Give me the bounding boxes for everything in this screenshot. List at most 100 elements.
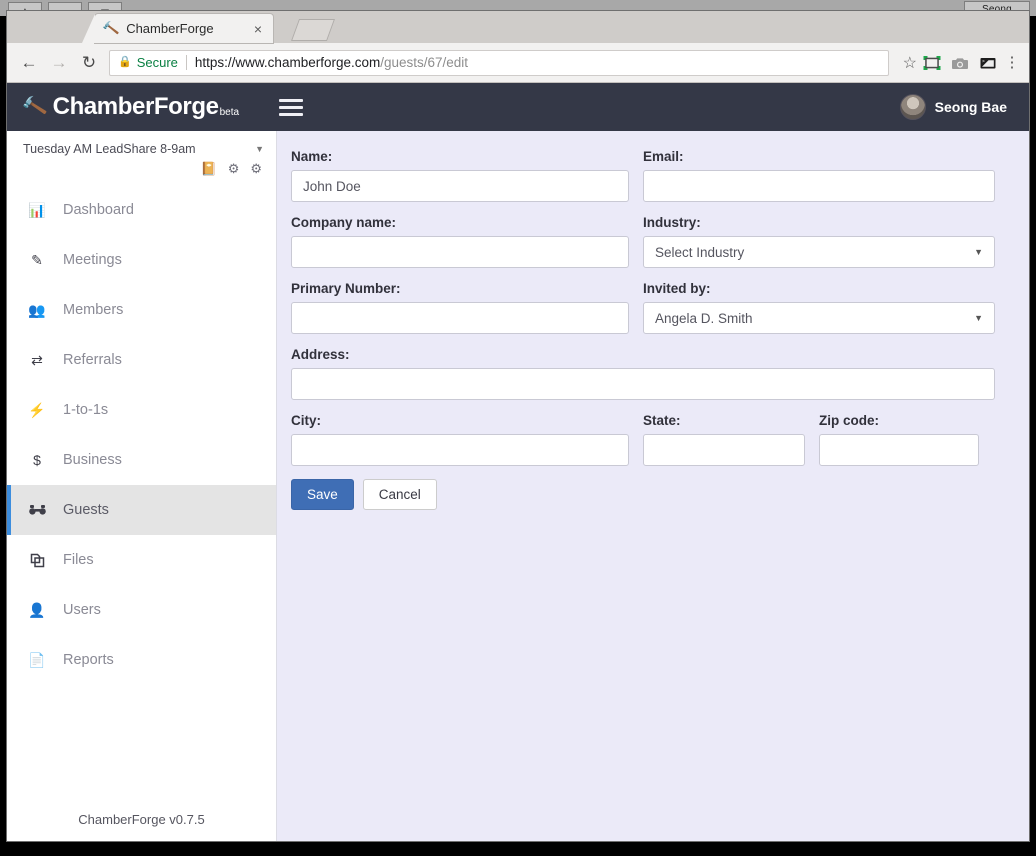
address-bar-url: https://www.chamberforge.com/guests/67/e… [195,55,468,70]
close-icon[interactable]: × [251,22,265,36]
bolt-icon: ⚡ [11,402,63,419]
user-menu[interactable]: Seong Bae [900,83,1007,131]
lock-icon: 🔒 [118,57,132,68]
sidebar-item-users[interactable]: 👤 Users [7,585,276,635]
sidebar-nav: 📊 Dashboard ✎ Meetings 👥 Members ⇄ [7,185,276,685]
sidebar-item-label: Members [63,302,123,318]
form-row-city-state-zip: City: State: Zip code: [291,413,1001,466]
back-button[interactable]: ← [15,49,43,77]
url-path: /guests/67/edit [380,55,468,70]
field-group-city: City: [291,413,629,466]
sidebar-item-label: Business [63,452,122,468]
sidebar: Tuesday AM LeadShare 8-9am ▼ 📔 ⚙ ⚙ 📊 Das… [7,131,277,841]
app-navbar: 🔨 ChamberForge beta Seong Bae [7,83,1029,131]
app-body: Tuesday AM LeadShare 8-9am ▼ 📔 ⚙ ⚙ 📊 Das… [7,131,1029,841]
invited-by-select[interactable]: Angela D. Smith ▼ [643,302,995,334]
gavel-icon: 🔨 [21,95,49,121]
bookmark-star-icon[interactable]: ☆ [903,53,917,73]
sidebar-item-dashboard[interactable]: 📊 Dashboard [7,185,276,235]
binoculars-icon [11,504,63,516]
company-input[interactable] [291,236,629,268]
sidebar-item-label: Guests [63,502,109,518]
sidebar-item-files[interactable]: Files [7,535,276,585]
files-icon [11,553,63,568]
sidebar-item-label: Users [63,602,101,618]
sidebar-spacer [7,685,276,812]
gavel-icon: 🔨 [102,19,121,38]
gear-icon[interactable]: ⚙ [228,162,240,175]
users-icon: 👥 [11,302,63,319]
name-input[interactable] [291,170,629,202]
sidebar-item-meetings[interactable]: ✎ Meetings [7,235,276,285]
sidebar-item-members[interactable]: 👥 Members [7,285,276,335]
group-selector[interactable]: Tuesday AM LeadShare 8-9am ▼ [7,131,276,162]
address-bar[interactable]: 🔒 Secure https://www.chamberforge.com/gu… [109,50,889,76]
cancel-button[interactable]: Cancel [363,479,437,510]
chevron-down-icon: ▼ [255,144,264,154]
form-row-phone-invited: Primary Number: Invited by: Angela D. Sm… [291,281,1001,334]
sidebar-item-business[interactable]: $ Business [7,435,276,485]
field-group-email: Email: [643,149,995,202]
reload-button[interactable]: ↻ [75,49,103,77]
brand-beta-tag: beta [220,107,239,118]
invited-by-select-value: Angela D. Smith [655,311,753,326]
state-label: State: [643,413,805,428]
field-group-address: Address: [291,347,995,400]
field-group-primary-number: Primary Number: [291,281,629,334]
pencil-icon: ✎ [11,252,63,269]
screen-icon[interactable]: > [975,50,1001,76]
email-label: Email: [643,149,995,164]
url-host: https://www.chamberforge.com [195,55,380,70]
form-actions: Save Cancel [291,479,1001,510]
desktop-background: ▲ – ▭ Seong 🔨 ChamberForge × ← → ↻ 🔒 [0,0,1036,856]
browser-menu-icon[interactable]: ⋮ [1003,59,1021,66]
browser-tab[interactable]: 🔨 ChamberForge × [95,14,273,43]
zip-label: Zip code: [819,413,979,428]
field-group-invited-by: Invited by: Angela D. Smith ▼ [643,281,995,334]
hamburger-bar [279,106,303,109]
page-viewport: 🔨 ChamberForge beta Seong Bae [7,83,1029,841]
primary-number-input[interactable] [291,302,629,334]
exchange-icon: ⇄ [11,352,63,369]
user-name: Seong Bae [935,99,1007,115]
sidebar-item-label: 1-to-1s [63,402,108,418]
dollar-icon: $ [11,452,63,468]
cogs-icon[interactable]: ⚙ [250,162,262,175]
forward-button[interactable]: → [45,49,73,77]
capture-region-icon[interactable] [919,50,945,76]
industry-label: Industry: [643,215,995,230]
file-text-icon: 📄 [11,652,63,669]
form-row-name-email: Name: Email: [291,149,1001,202]
hamburger-icon[interactable] [279,99,303,116]
field-group-name: Name: [291,149,629,202]
group-tools: 📔 ⚙ ⚙ [7,162,276,185]
user-icon: 👤 [11,602,63,619]
guest-edit-form: Name: Email: Company name: [277,131,1029,841]
browser-toolbar: ← → ↻ 🔒 Secure https://www.chamberforge.… [7,43,1029,83]
chevron-down-icon: ▼ [974,313,983,323]
save-button[interactable]: Save [291,479,354,510]
sidebar-item-guests[interactable]: Guests [7,485,276,535]
browser-window: 🔨 ChamberForge × ← → ↻ 🔒 Secure https://… [6,10,1030,842]
browser-tabstrip: 🔨 ChamberForge × [7,11,1029,43]
sidebar-item-label: Files [63,552,94,568]
sidebar-item-1to1s[interactable]: ⚡ 1-to-1s [7,385,276,435]
sidebar-item-label: Meetings [63,252,122,268]
sidebar-item-reports[interactable]: 📄 Reports [7,635,276,685]
browser-tab-title: ChamberForge [126,21,251,36]
state-input[interactable] [643,434,805,466]
new-tab-button[interactable] [291,19,335,41]
camera-icon[interactable] [947,50,973,76]
chevron-down-icon: ▼ [974,247,983,257]
field-group-state: State: [643,413,805,466]
sidebar-item-label: Reports [63,652,114,668]
address-book-icon[interactable]: 📔 [201,162,217,175]
city-input[interactable] [291,434,629,466]
email-input[interactable] [643,170,995,202]
bar-chart-icon: 📊 [11,202,63,219]
address-input[interactable] [291,368,995,400]
app-brand[interactable]: 🔨 ChamberForge beta [23,95,239,119]
sidebar-item-referrals[interactable]: ⇄ Referrals [7,335,276,385]
zip-input[interactable] [819,434,979,466]
industry-select[interactable]: Select Industry ▼ [643,236,995,268]
